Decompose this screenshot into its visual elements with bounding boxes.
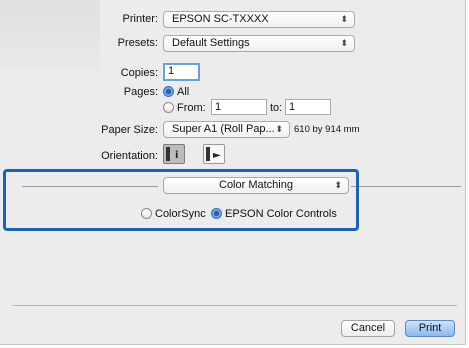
orientation-label: Orientation: — [101, 150, 158, 162]
print-button[interactable]: Print — [405, 320, 455, 337]
dialog-header-shade — [0, 0, 100, 70]
pages-all-label: All — [177, 86, 190, 98]
section-divider-right — [351, 186, 461, 187]
pages-from-label: From: — [177, 102, 206, 114]
paper-dimensions: 610 by 914 mm — [294, 124, 360, 135]
pages-all-radio[interactable] — [163, 86, 174, 97]
orientation-landscape-button[interactable]: ► — [203, 144, 225, 164]
highlight-annotation — [3, 169, 359, 231]
printer-popup[interactable]: EPSON SC-TXXXX ⬍ — [163, 11, 355, 28]
svg-text:►: ► — [213, 150, 221, 161]
printer-label: Printer: — [122, 13, 158, 25]
pages-to-label: to: — [270, 102, 283, 114]
popup-arrows-icon: ⬍ — [340, 14, 348, 24]
popup-arrows-icon: ⬍ — [275, 124, 283, 134]
pages-from-field[interactable]: 1 — [211, 99, 267, 115]
copies-label: Copies: — [120, 67, 158, 79]
pages-label: Pages: — [123, 86, 158, 98]
paper-size-label: Paper Size: — [101, 124, 158, 136]
orientation-portrait-button[interactable]: i — [163, 144, 185, 164]
footer-divider — [12, 305, 457, 306]
presets-popup[interactable]: Default Settings ⬍ — [163, 35, 355, 52]
print-dialog: Printer: EPSON SC-TXXXX ⬍ Presets: Defau… — [0, 0, 466, 345]
paper-size-value: Super A1 (Roll Pap... — [172, 123, 275, 135]
landscape-icon: ► — [206, 147, 221, 161]
printer-value: EPSON SC-TXXXX — [172, 13, 269, 25]
paper-size-popup[interactable]: Super A1 (Roll Pap... ⬍ — [163, 121, 290, 138]
pages-to-field[interactable]: 1 — [285, 99, 331, 115]
popup-arrows-icon: ⬍ — [340, 38, 348, 48]
pages-from-radio[interactable] — [163, 102, 174, 113]
portrait-icon: i — [166, 147, 178, 161]
svg-text:i: i — [175, 150, 178, 161]
presets-value: Default Settings — [172, 37, 250, 49]
cancel-button[interactable]: Cancel — [341, 320, 395, 337]
copies-field[interactable]: 1 — [163, 63, 200, 81]
presets-label: Presets: — [117, 37, 158, 49]
